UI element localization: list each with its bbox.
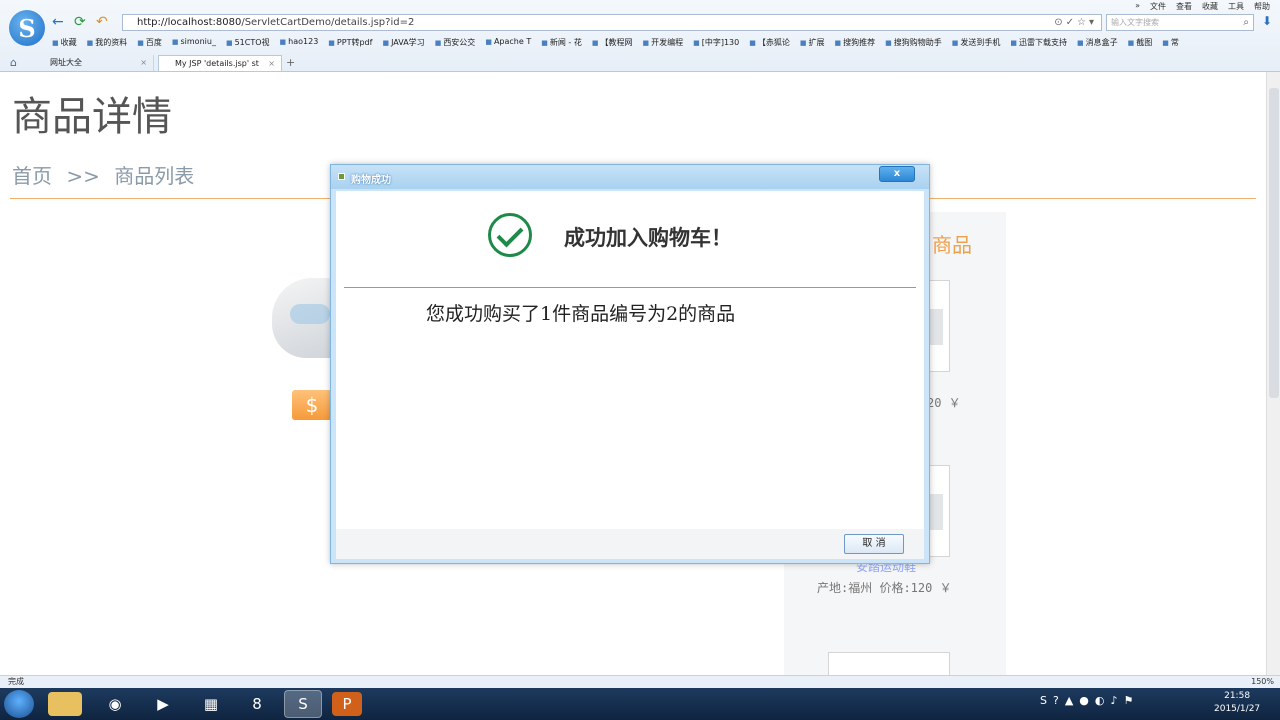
bookmark-item[interactable]: 新闻 - 花	[541, 37, 582, 51]
close-icon[interactable]: ×	[268, 56, 275, 71]
bookmark-item[interactable]: 截图	[1128, 37, 1152, 51]
breadcrumb-separator: >>	[66, 164, 100, 188]
status-bar: 完成 150%	[0, 675, 1280, 688]
bookmark-item[interactable]: 发送到手机	[952, 37, 1000, 51]
menu-more[interactable]: »	[1135, 1, 1140, 12]
breadcrumb: 首页 >> 商品列表	[12, 160, 194, 189]
undo-icon[interactable]: ↶	[96, 15, 108, 29]
refresh-icon[interactable]: ⟳	[74, 15, 86, 29]
breadcrumb-list[interactable]: 商品列表	[114, 164, 194, 188]
bookmark-item[interactable]: 【赤狐论	[749, 37, 790, 51]
product-thumb[interactable]	[828, 652, 950, 675]
menu-favorites[interactable]: 收藏	[1202, 1, 1218, 12]
home-icon[interactable]: ⌂	[10, 56, 17, 69]
dialog-title: 购物成功	[351, 175, 391, 186]
bookmark-item[interactable]: 51CTO视	[226, 37, 270, 51]
media-player-icon[interactable]: ▶	[144, 690, 182, 718]
bookmark-item[interactable]: 我的资料	[87, 37, 127, 51]
bookmark-item[interactable]: 常	[1162, 37, 1179, 51]
tab-label: 网址大全	[50, 58, 82, 67]
scrollbar-thumb[interactable]	[1269, 88, 1279, 398]
bookmark-item[interactable]: 扩展	[800, 37, 824, 51]
cancel-button[interactable]: 取 消	[844, 534, 904, 554]
success-heading: 成功加入购物车！	[564, 226, 732, 250]
bookmark-item[interactable]: Apache T	[485, 37, 531, 51]
bookmark-item[interactable]: JAVA学习	[382, 37, 425, 51]
bookmarks-bar: 收藏 我的资料 百度 simoniu_ 51CTO视 hao123 PPT转pd…	[52, 37, 1179, 51]
top-menu: » 文件 查看 收藏 工具 帮助	[1135, 1, 1270, 12]
product-image-detail	[290, 304, 330, 324]
check-circle-icon	[488, 213, 532, 257]
bookmark-item[interactable]: 西安公交	[435, 37, 475, 51]
search-placeholder: 输入文字搜索	[1111, 18, 1159, 27]
url-path: /ServletCartDemo/details.jsp?id=2	[241, 17, 415, 28]
bookmark-item[interactable]: PPT转pdf	[328, 37, 373, 51]
success-message: 您成功购买了1件商品编号为2的商品	[426, 303, 736, 325]
bookmark-item[interactable]: 收藏	[52, 37, 77, 51]
bookmark-item[interactable]: 消息盒子	[1077, 37, 1118, 51]
clock-date: 2015/1/27	[1214, 704, 1261, 714]
close-icon[interactable]: ×	[140, 55, 147, 70]
bookmark-item[interactable]: 迅雷下载支持	[1010, 37, 1067, 51]
bookmark-item[interactable]: 搜狗购物助手	[885, 37, 942, 51]
menu-help[interactable]: 帮助	[1254, 1, 1270, 12]
dialog-footer: 取 消	[336, 529, 924, 559]
clock[interactable]: 21:58 2015/1/27	[1214, 690, 1260, 716]
search-icon[interactable]: ⌕	[1243, 15, 1249, 30]
menu-file[interactable]: 文件	[1150, 1, 1166, 12]
status-text: 完成	[8, 677, 24, 686]
purchase-success-dialog: 购物成功 x 成功加入购物车！ 您成功购买了1件商品编号为2的商品 取 消	[330, 164, 930, 564]
browser-chrome: S » 文件 查看 收藏 工具 帮助 ← ⟳ ↶ http://localhos…	[0, 0, 1280, 72]
tab-site-directory[interactable]: 网址大全 ×	[34, 55, 154, 71]
powerpoint-icon[interactable]: P	[332, 692, 362, 716]
new-tab-icon[interactable]: +	[286, 56, 295, 69]
sogou-browser-icon[interactable]: S	[284, 690, 322, 718]
app-icon[interactable]: ▦	[192, 690, 230, 718]
bookmark-item[interactable]: 【教程网	[592, 37, 632, 51]
bookmark-item[interactable]: 开发编程	[642, 37, 683, 51]
tab-label: My JSP 'details.jsp' st	[175, 59, 259, 68]
search-input[interactable]: 输入文字搜索 ⌕	[1106, 14, 1254, 31]
breadcrumb-home[interactable]: 首页	[12, 164, 52, 188]
menu-view[interactable]: 查看	[1176, 1, 1192, 12]
bookmark-item[interactable]: [中字]130	[693, 37, 740, 51]
bookmark-item[interactable]: 搜狗推荐	[834, 37, 875, 51]
back-arrow-icon[interactable]: ←	[52, 15, 64, 29]
dialog-body: 成功加入购物车！ 您成功购买了1件商品编号为2的商品 取 消	[336, 191, 924, 559]
dialog-titlebar[interactable]: 购物成功 x	[331, 165, 929, 189]
page-title: 商品详情	[12, 94, 172, 140]
address-actions-icon[interactable]: ⊙✓☆▾	[1054, 15, 1097, 30]
download-icon[interactable]: ⬇	[1262, 14, 1272, 28]
windows-taskbar: ◉ ▶ ▦ 8 S P S?▲●◐♪⚑ 21:58 2015/1/27	[0, 688, 1280, 720]
address-bar[interactable]: http://localhost:8080/ServletCartDemo/de…	[122, 14, 1102, 31]
product-info: 产地:福州 价格:120 ￥	[817, 581, 952, 595]
dialog-icon	[338, 173, 345, 180]
bookmark-item[interactable]: simoniu_	[172, 37, 216, 51]
menu-tools[interactable]: 工具	[1228, 1, 1244, 12]
chrome-icon[interactable]: ◉	[96, 690, 134, 718]
dialog-divider	[344, 287, 916, 288]
tab-details-jsp[interactable]: My JSP 'details.jsp' st ×	[158, 55, 282, 71]
bookmark-item[interactable]: hao123	[280, 37, 318, 51]
bookmark-item[interactable]: 百度	[137, 37, 162, 51]
clock-time: 21:58	[1224, 691, 1251, 701]
scrollbar[interactable]	[1266, 72, 1280, 675]
start-button[interactable]	[4, 690, 34, 718]
dialog-close-button[interactable]: x	[879, 166, 915, 182]
sogou-browser-logo[interactable]: S	[9, 10, 45, 46]
system-tray-icons[interactable]: S?▲●◐♪⚑	[1040, 694, 1139, 707]
url-host: http://localhost:8080	[137, 17, 242, 28]
product-price: 20 ￥	[927, 396, 961, 410]
zoom-level[interactable]: 150%	[1251, 676, 1274, 688]
tab-bar: ⌂ 网址大全 × My JSP 'details.jsp' st × +	[0, 54, 1280, 72]
eclipse-icon[interactable]: 8	[238, 690, 276, 718]
side-heading: 商品	[932, 233, 972, 257]
explorer-icon[interactable]	[48, 692, 82, 716]
buy-button[interactable]: $	[292, 390, 332, 420]
